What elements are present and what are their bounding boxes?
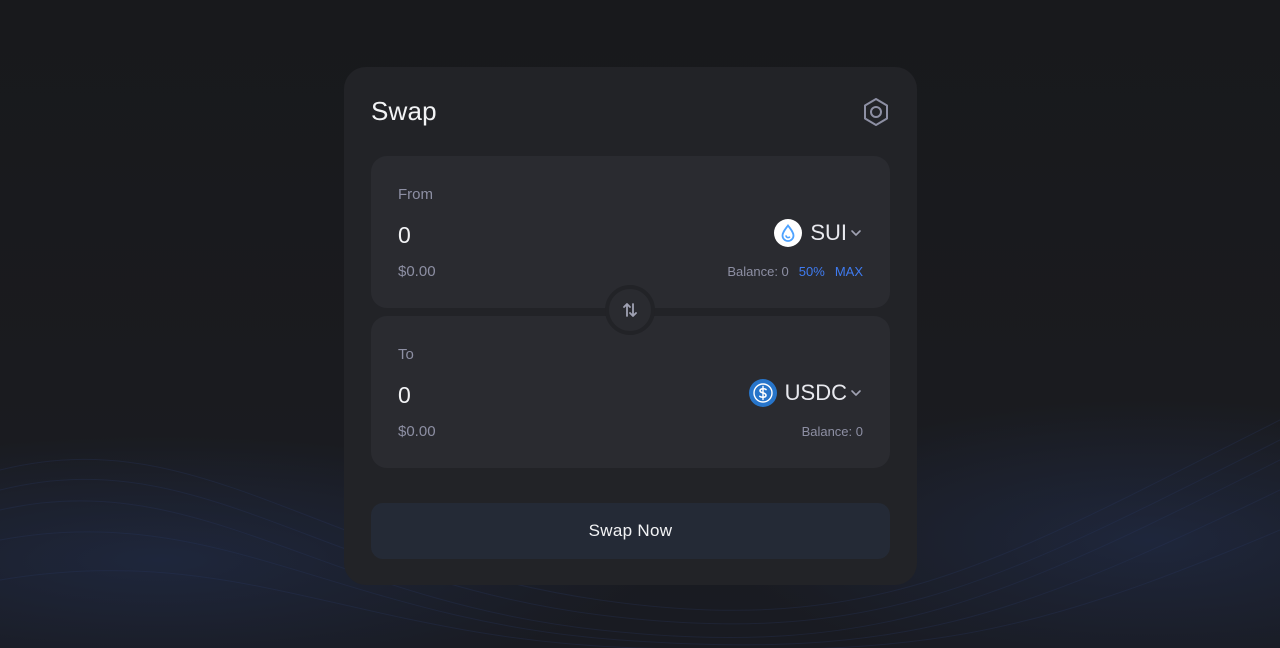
from-amount-input[interactable] xyxy=(398,220,698,250)
to-balance-row: Balance: 0 xyxy=(802,424,863,439)
to-panel: To $0.00 USDC Balance: 0 xyxy=(371,316,890,468)
from-token-selector[interactable]: SUI xyxy=(774,218,863,248)
swap-card: Swap From $0.00 SUI Balance: 0 50% xyxy=(344,67,917,585)
from-usd-value: $0.00 xyxy=(398,263,436,280)
sui-droplet-icon xyxy=(774,219,803,247)
page-title: Swap xyxy=(371,96,437,126)
balance-50-percent-button[interactable]: 50% xyxy=(799,264,825,279)
to-usd-value: $0.00 xyxy=(398,423,436,440)
chevron-down-icon xyxy=(851,230,861,236)
settings-button[interactable] xyxy=(862,97,890,127)
usdc-dollar-icon xyxy=(748,379,777,407)
to-amount-input[interactable] xyxy=(398,380,698,410)
swap-arrows-icon xyxy=(623,303,637,317)
to-label: To xyxy=(398,346,414,363)
from-balance-row: Balance: 0 50% MAX xyxy=(727,264,863,279)
gear-hexagon-icon xyxy=(864,98,888,126)
balance-max-button[interactable]: MAX xyxy=(835,264,863,279)
from-label: From xyxy=(398,186,433,203)
to-token-selector[interactable]: USDC xyxy=(748,378,863,408)
swap-now-button[interactable]: Swap Now xyxy=(371,503,890,559)
to-token-symbol: USDC xyxy=(784,380,847,405)
chevron-down-icon xyxy=(851,390,861,396)
from-balance: Balance: 0 xyxy=(727,264,789,279)
swap-direction-button[interactable] xyxy=(605,285,655,335)
to-balance: Balance: 0 xyxy=(801,424,863,439)
from-token-symbol: SUI xyxy=(810,220,847,245)
